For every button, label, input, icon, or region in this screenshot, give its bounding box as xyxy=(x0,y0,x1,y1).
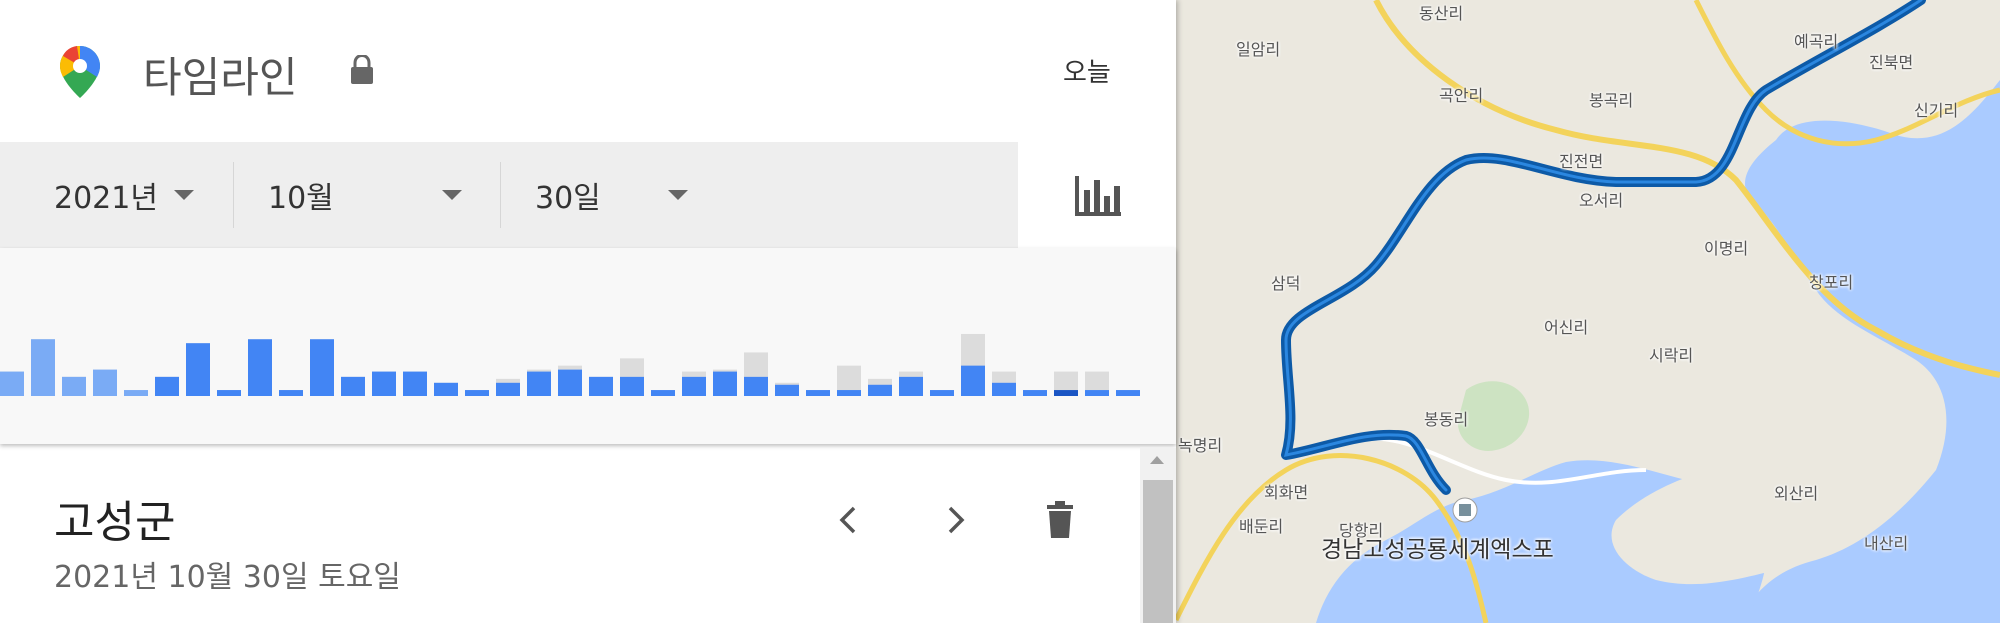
histogram-canvas[interactable] xyxy=(0,248,1176,444)
map-label: 오서리 xyxy=(1579,191,1624,210)
histogram-bar[interactable] xyxy=(496,382,520,396)
histogram-bar[interactable] xyxy=(620,376,644,396)
histogram-bar[interactable] xyxy=(837,390,861,396)
map-label: 외산리 xyxy=(1774,484,1819,503)
place-title: 고성군 xyxy=(54,497,176,548)
histogram-bar[interactable] xyxy=(31,339,55,396)
histogram-bar[interactable] xyxy=(310,339,334,396)
histogram-bar[interactable] xyxy=(744,376,768,396)
map-label: 예곡리 xyxy=(1794,32,1839,51)
histogram-bar[interactable] xyxy=(1023,390,1047,396)
day-value: 30일 xyxy=(535,181,601,216)
histogram-bar[interactable] xyxy=(682,376,706,396)
histogram-bar[interactable] xyxy=(372,371,396,396)
map-label: 창포리 xyxy=(1809,273,1854,292)
today-button[interactable]: 오늘 xyxy=(1063,52,1111,89)
map-label: 녹명리 xyxy=(1178,436,1223,455)
histogram-bar[interactable] xyxy=(155,376,179,396)
timeline-header: 타임라인 오늘 xyxy=(0,0,1176,142)
histogram-bar[interactable] xyxy=(992,382,1016,396)
histogram-bar[interactable] xyxy=(806,390,830,396)
histogram-bar[interactable] xyxy=(341,376,365,396)
scroll-up-icon[interactable] xyxy=(1150,456,1164,464)
month-value: 10월 xyxy=(268,181,334,216)
chart-view-button[interactable] xyxy=(1018,142,1176,248)
histogram-bar[interactable] xyxy=(713,371,737,396)
histogram-bar[interactable] xyxy=(527,371,551,396)
lock-icon xyxy=(351,55,373,84)
page-title: 타임라인 xyxy=(143,53,298,102)
histogram-bar[interactable] xyxy=(217,390,241,396)
map-label: 삼덕 xyxy=(1271,274,1301,293)
map-view[interactable]: 동산리 일암리 곡안리 봉곡리 예곡리 진북면 신기리 진전면 오서리 이명리 … xyxy=(1176,0,2000,623)
map-label: 어신리 xyxy=(1544,318,1589,337)
map-label: 내산리 xyxy=(1864,534,1909,553)
map-label: 회화면 xyxy=(1264,483,1309,502)
month-select[interactable]: 10월 xyxy=(268,142,498,248)
histogram-bar[interactable] xyxy=(403,371,427,396)
day-select[interactable]: 30일 xyxy=(535,142,715,248)
histogram-bar[interactable] xyxy=(775,384,799,396)
map-label: 봉곡리 xyxy=(1589,91,1634,110)
histogram-bar[interactable] xyxy=(558,369,582,396)
map-label: 곡안리 xyxy=(1439,86,1484,105)
histogram-bar[interactable] xyxy=(62,376,86,396)
histogram-bar[interactable] xyxy=(465,390,489,396)
histogram-bar[interactable] xyxy=(961,365,985,396)
histogram-bar[interactable] xyxy=(93,369,117,396)
histogram-bar[interactable] xyxy=(186,343,210,396)
scrollbar-thumb[interactable] xyxy=(1143,480,1173,623)
map-label: 진북면 xyxy=(1869,53,1914,72)
trash-icon[interactable] xyxy=(1040,500,1080,540)
histogram-bar[interactable] xyxy=(868,384,892,396)
chevron-down-icon xyxy=(174,190,194,200)
date-subtitle: 2021년 10월 30일 토요일 xyxy=(54,560,401,595)
histogram-bar[interactable] xyxy=(1116,390,1140,396)
bar-chart-icon xyxy=(1075,176,1121,216)
map-label: 일암리 xyxy=(1236,40,1281,59)
histogram-bar[interactable] xyxy=(248,339,272,396)
histogram-bar[interactable] xyxy=(1085,390,1109,396)
map-label: 시락리 xyxy=(1649,346,1694,365)
google-maps-pin-icon xyxy=(60,46,100,98)
chevron-down-icon xyxy=(668,190,688,200)
map-label: 신기리 xyxy=(1914,101,1959,120)
chevron-left-icon[interactable] xyxy=(829,500,869,540)
histogram-bar[interactable] xyxy=(899,376,923,396)
divider xyxy=(233,162,234,228)
scrollbar[interactable] xyxy=(1140,448,1176,623)
histogram-bar[interactable] xyxy=(124,390,148,396)
histogram-bar[interactable] xyxy=(1054,390,1078,396)
histogram-bar[interactable] xyxy=(434,382,458,396)
histogram-bar[interactable] xyxy=(279,390,303,396)
chevron-down-icon xyxy=(442,190,462,200)
histogram-bar[interactable] xyxy=(589,376,613,396)
place-marker-label[interactable]: 경남고성공룡세계엑스포 xyxy=(1321,530,1554,564)
histogram-bar[interactable] xyxy=(651,390,675,396)
year-value: 2021년 xyxy=(54,181,158,216)
histogram-bar[interactable] xyxy=(930,390,954,396)
map-label: 배둔리 xyxy=(1239,517,1284,536)
year-select[interactable]: 2021년 xyxy=(54,142,234,248)
map-label: 이명리 xyxy=(1704,239,1749,258)
map-label: 봉동리 xyxy=(1424,410,1469,429)
histogram-bar[interactable] xyxy=(0,371,24,396)
divider xyxy=(500,162,501,228)
chevron-right-icon[interactable] xyxy=(935,500,975,540)
map-label: 동산리 xyxy=(1419,4,1464,23)
map-label: 진전면 xyxy=(1559,152,1604,171)
map-park xyxy=(1457,381,1530,451)
activity-histogram[interactable] xyxy=(0,248,1176,444)
date-selector: 2021년 10월 30일 xyxy=(0,142,1018,248)
timeline-panel: 타임라인 오늘 2021년 10월 30일 고성군 2021년 10월 30일 … xyxy=(0,0,1176,623)
